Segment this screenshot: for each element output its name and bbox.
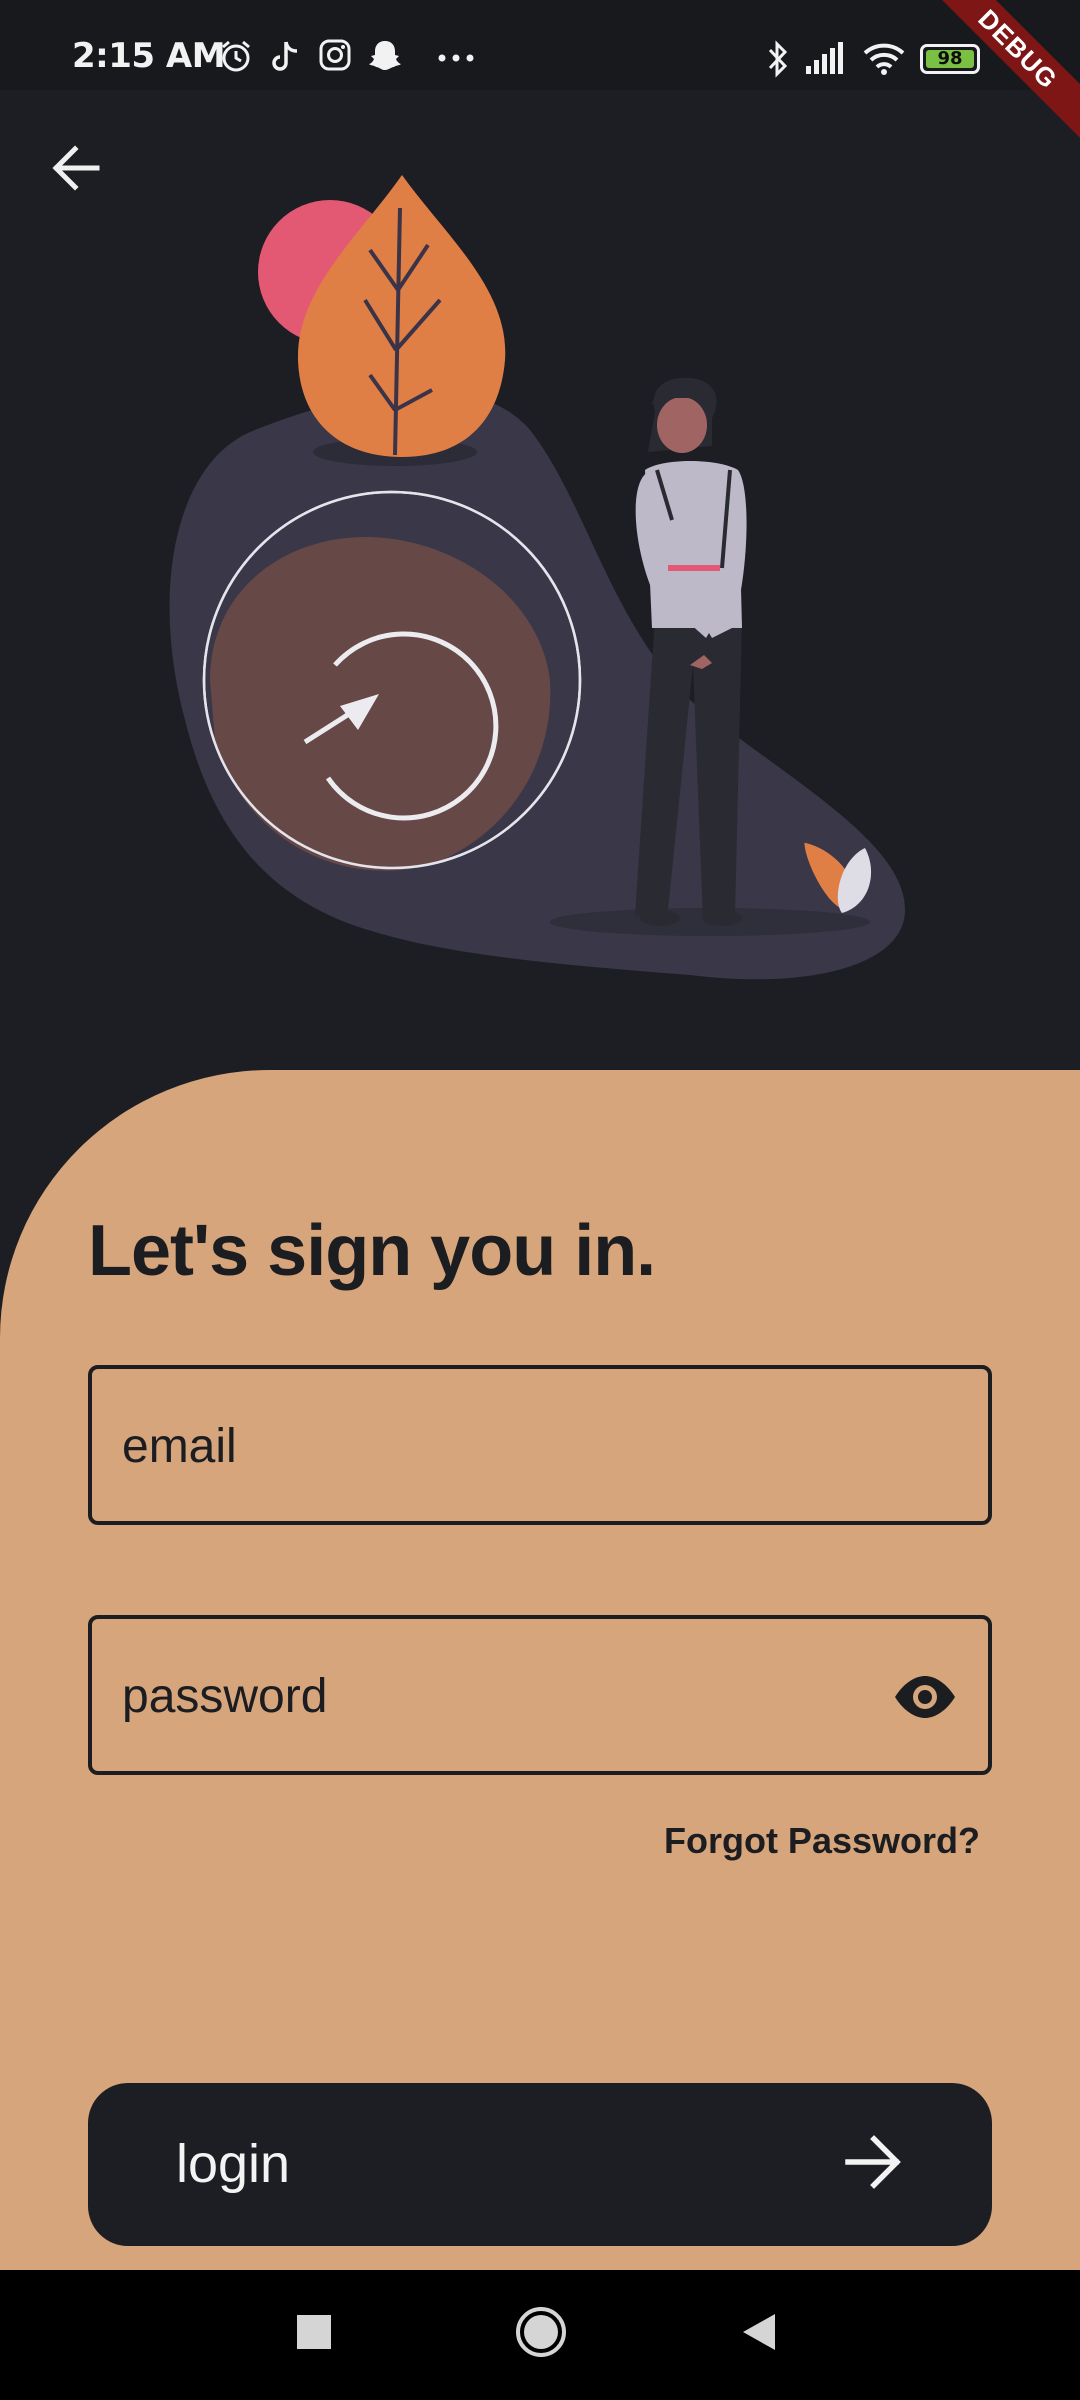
password-input[interactable] <box>120 1619 884 1773</box>
more-dots-icon <box>438 54 474 62</box>
status-bar: 2:15 AM 98 <box>0 0 1080 90</box>
email-field[interactable] <box>88 1365 992 1525</box>
toggle-password-visibility-button[interactable] <box>890 1669 960 1725</box>
bluetooth-icon <box>768 40 788 78</box>
home-button[interactable] <box>514 2305 568 2359</box>
wifi-icon <box>863 43 905 75</box>
tiktok-icon <box>272 41 298 71</box>
login-button[interactable]: login <box>88 2083 992 2246</box>
battery-icon: 98 <box>920 44 980 74</box>
arrow-right-icon <box>845 2135 901 2189</box>
arrow-left-icon <box>52 145 100 191</box>
battery-level: 98 <box>937 48 963 69</box>
back-button[interactable] <box>46 138 106 198</box>
page-title: Let's sign you in. <box>88 1211 656 1291</box>
signal-icon <box>806 42 843 74</box>
login-button-label: login <box>176 2134 291 2194</box>
nav-back-button[interactable] <box>741 2312 777 2352</box>
back-triangle-icon <box>743 2314 775 2350</box>
instagram-icon <box>319 39 351 71</box>
system-nav-bar <box>0 2270 1080 2400</box>
snapchat-icon <box>369 41 401 70</box>
home-circle-icon <box>516 2307 566 2357</box>
recents-button[interactable] <box>296 2314 332 2350</box>
eye-icon <box>895 1676 955 1718</box>
recents-square-icon <box>297 2315 331 2349</box>
forgot-password-link[interactable]: Forgot Password? <box>664 1820 980 1862</box>
hero-illustration <box>169 175 905 980</box>
password-field[interactable] <box>88 1615 992 1775</box>
email-input[interactable] <box>120 1369 884 1523</box>
alarm-icon <box>222 40 250 72</box>
status-time: 2:15 AM <box>72 36 226 76</box>
